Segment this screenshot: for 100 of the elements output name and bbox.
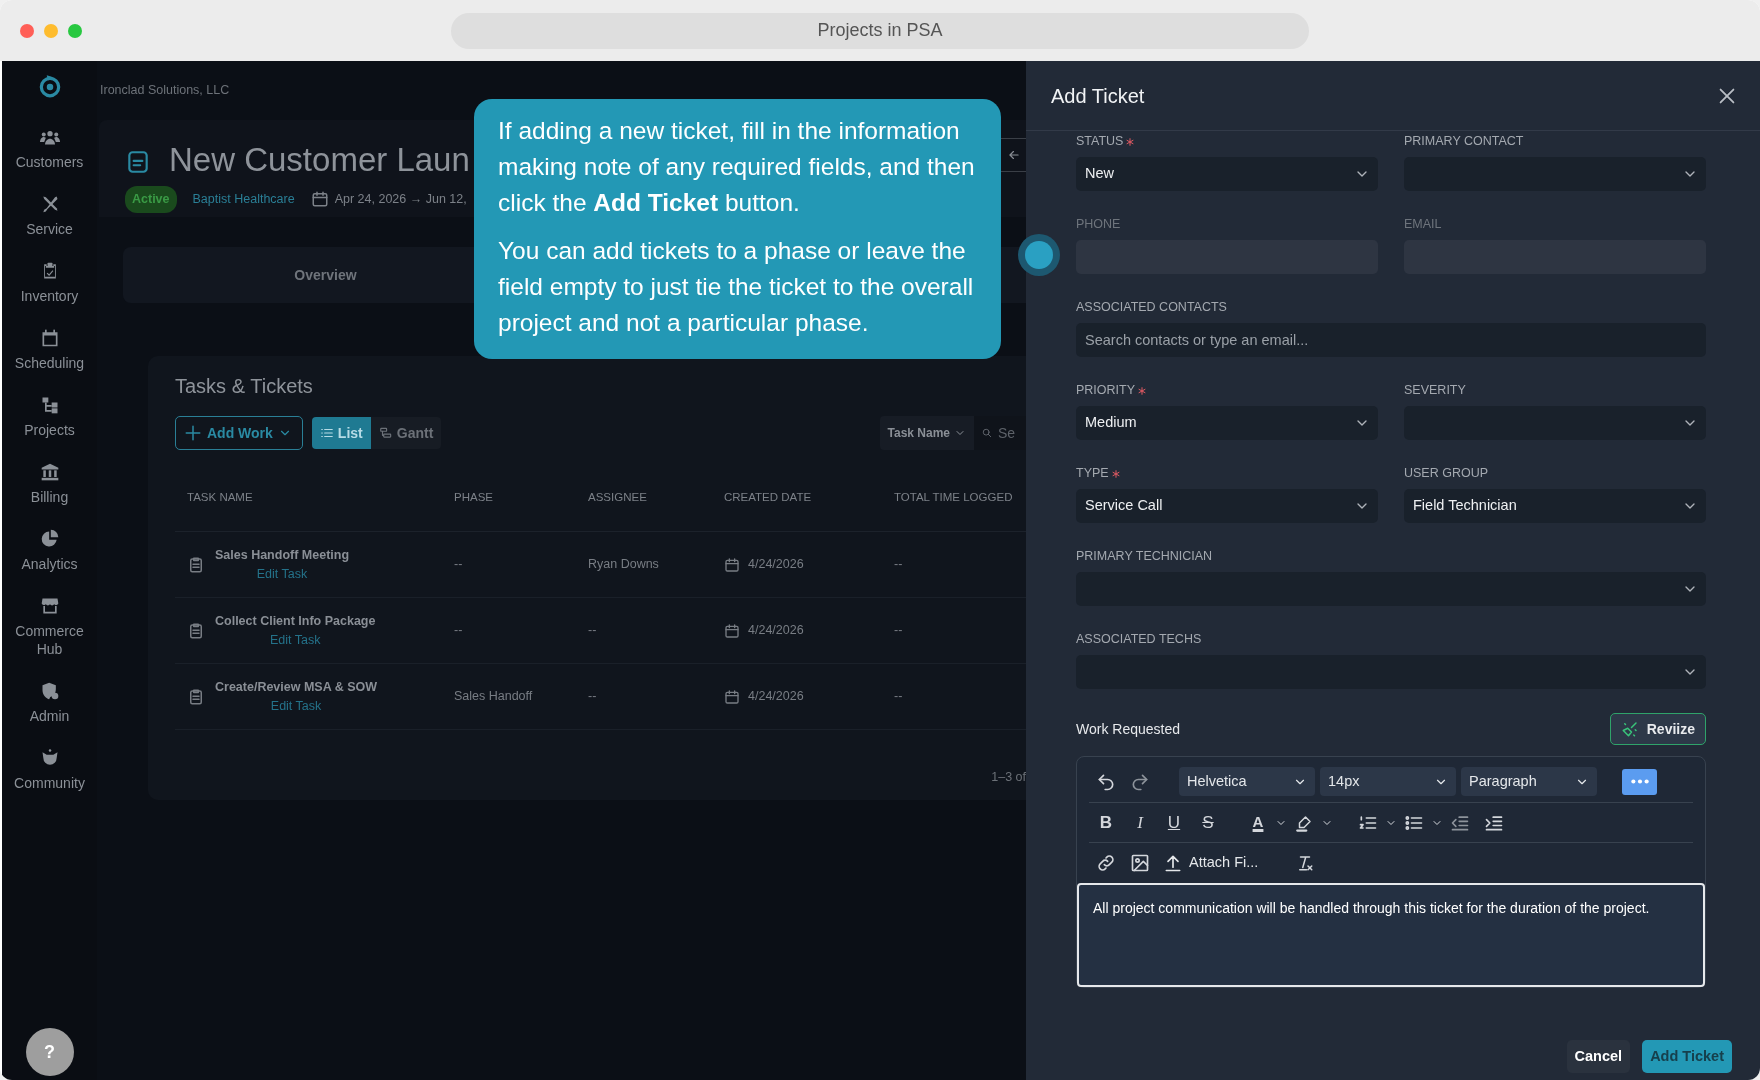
arrow-left-icon [1006, 148, 1021, 162]
reviize-button[interactable]: Reviize [1609, 713, 1706, 745]
dropdown-field[interactable]: Medium [1076, 406, 1378, 440]
redo-icon [1130, 771, 1150, 792]
table-cell-text: -- [454, 622, 464, 640]
column-header: TASK NAME [187, 489, 254, 505]
sidebar-item[interactable]: Service [9, 194, 90, 238]
highlighter-icon [1295, 813, 1313, 832]
sidebar-item[interactable]: Projects [9, 395, 90, 439]
hotspot-beacon [1017, 233, 1061, 277]
view-toggle[interactable]: Gantt [370, 417, 442, 449]
format-button[interactable]: B [1089, 808, 1123, 837]
field-label: PRIMARY CONTACT [1404, 133, 1524, 150]
pie-chart-icon [39, 529, 60, 549]
format-button[interactable]: A [1241, 808, 1275, 837]
cancel-button[interactable]: Cancel [1566, 1040, 1631, 1073]
gantt-icon [378, 426, 393, 440]
view-toggle[interactable]: List [311, 417, 371, 449]
dropdown-field[interactable]: Field Technician [1404, 489, 1706, 523]
task-name: Sales Handoff Meeting [215, 546, 350, 564]
dropdown-field[interactable] [1076, 572, 1706, 606]
undo-icon [1096, 771, 1116, 792]
field-label: ASSOCIATED TECHS [1076, 631, 1202, 648]
sidebar-item[interactable]: Scheduling [9, 328, 90, 372]
task-name: Collect Client Info Package [215, 612, 376, 630]
status-badge: Active [125, 186, 177, 213]
table-cell-text: -- [894, 556, 904, 574]
sidebar-item[interactable]: Community [9, 748, 90, 792]
project-title: New Customer Laun [169, 140, 470, 180]
sidebar-item[interactable]: Billing [9, 462, 90, 506]
date-range: Apr 24, 2026 → Jun 12, [334, 191, 467, 208]
column-header: CREATED DATE [724, 489, 813, 505]
submit-button[interactable]: Add Ticket [1642, 1040, 1732, 1073]
more-icon [1630, 779, 1649, 784]
pagination-text: 1–3 of [991, 770, 1026, 784]
bank-icon [39, 462, 60, 482]
column-header: PHASE [454, 489, 494, 505]
input-field[interactable]: Search contacts or type an email... [1076, 323, 1706, 357]
add-work-button[interactable]: Add Work [175, 416, 303, 450]
sidebar-item[interactable]: Customers [9, 127, 90, 171]
field-label: PRIMARY TECHNICIAN [1076, 548, 1213, 565]
clear-format-icon [1296, 854, 1315, 872]
store-icon [39, 596, 60, 616]
field-label: SEVERITY [1404, 382, 1466, 399]
tooltip-text: If adding a new ticket, fill in the information making note of any required fields, and then click the Add Ticket button. [498, 116, 976, 218]
field-label: USER GROUP [1404, 465, 1489, 482]
table-cell-text: -- [894, 688, 904, 706]
required-icon [1126, 137, 1135, 146]
window-close-button[interactable] [20, 23, 34, 38]
field-label: Work Requested [1076, 719, 1180, 739]
table-cell-text: Sales Handoff [454, 688, 534, 706]
calendar-icon [724, 688, 740, 705]
table-cell-text: -- [454, 556, 464, 574]
sidebar-item[interactable]: Analytics [9, 529, 90, 573]
text-area[interactable]: All project communication will be handled through this ticket for the duration of the project. [1077, 883, 1705, 987]
customer-link[interactable]: Baptist Healthcare [192, 190, 295, 209]
window-title: Projects in PSA [451, 12, 1309, 49]
sidebar-item[interactable]: Commerce Hub [9, 596, 90, 658]
table-cell-text: 4/24/2026 [748, 688, 804, 706]
dropdown-button[interactable]: Paragraph [1461, 767, 1597, 796]
table-cell-text: -- [894, 622, 904, 640]
sidebar-item[interactable]: Inventory [9, 261, 90, 305]
upload-icon [1163, 853, 1183, 873]
dropdown-field[interactable]: Service Call [1076, 489, 1378, 523]
field-label: ASSOCIATED CONTACTS [1076, 299, 1227, 316]
dropdown-field[interactable] [1076, 655, 1706, 689]
dropdown-field[interactable] [1404, 406, 1706, 440]
table-cell-text: -- [588, 622, 598, 640]
field-label: PRIORITY [1076, 382, 1136, 399]
sort-dropdown[interactable]: Task Name [879, 416, 974, 450]
field-label: STATUS [1076, 133, 1124, 150]
attach-file-button[interactable]: Attach Fi... [1157, 852, 1265, 874]
table-cell-text: 4/24/2026 [748, 556, 804, 574]
column-header: TOTAL TIME LOGGED [894, 489, 1014, 505]
sidebar-item[interactable]: Admin [9, 681, 90, 725]
edit-task-link[interactable]: Edit Task [256, 564, 308, 584]
more-button[interactable] [1622, 768, 1657, 795]
field-label: EMAIL [1404, 216, 1442, 233]
panel-title: Add Ticket [1051, 83, 1145, 108]
table-cell-text: Ryan Downs [588, 556, 660, 574]
dropdown-button[interactable]: Helvetica [1179, 767, 1315, 796]
field-label: PHONE [1076, 216, 1121, 233]
collapse-button[interactable] [1000, 138, 1026, 172]
search-field[interactable]: Se [998, 422, 1026, 444]
format-button[interactable]: S [1191, 808, 1225, 837]
calendar-icon [724, 556, 740, 573]
edit-task-link[interactable]: Edit Task [270, 630, 321, 650]
table-cell-text: -- [588, 688, 598, 706]
dropdown-field[interactable] [1404, 157, 1706, 191]
calendar-icon [310, 190, 329, 209]
format-button[interactable]: I [1123, 808, 1157, 837]
table-cell-text: 4/24/2026 [748, 622, 804, 640]
dropdown-button[interactable]: 14px [1320, 767, 1456, 796]
format-button[interactable]: U [1157, 808, 1191, 837]
task-name: Create/Review MSA & SOW [215, 678, 378, 696]
edit-task-link[interactable]: Edit Task [270, 696, 322, 716]
list-icon [319, 426, 334, 440]
calendar-icon [724, 622, 740, 639]
dropdown-field[interactable]: New [1076, 157, 1378, 191]
image-icon [1130, 853, 1150, 873]
